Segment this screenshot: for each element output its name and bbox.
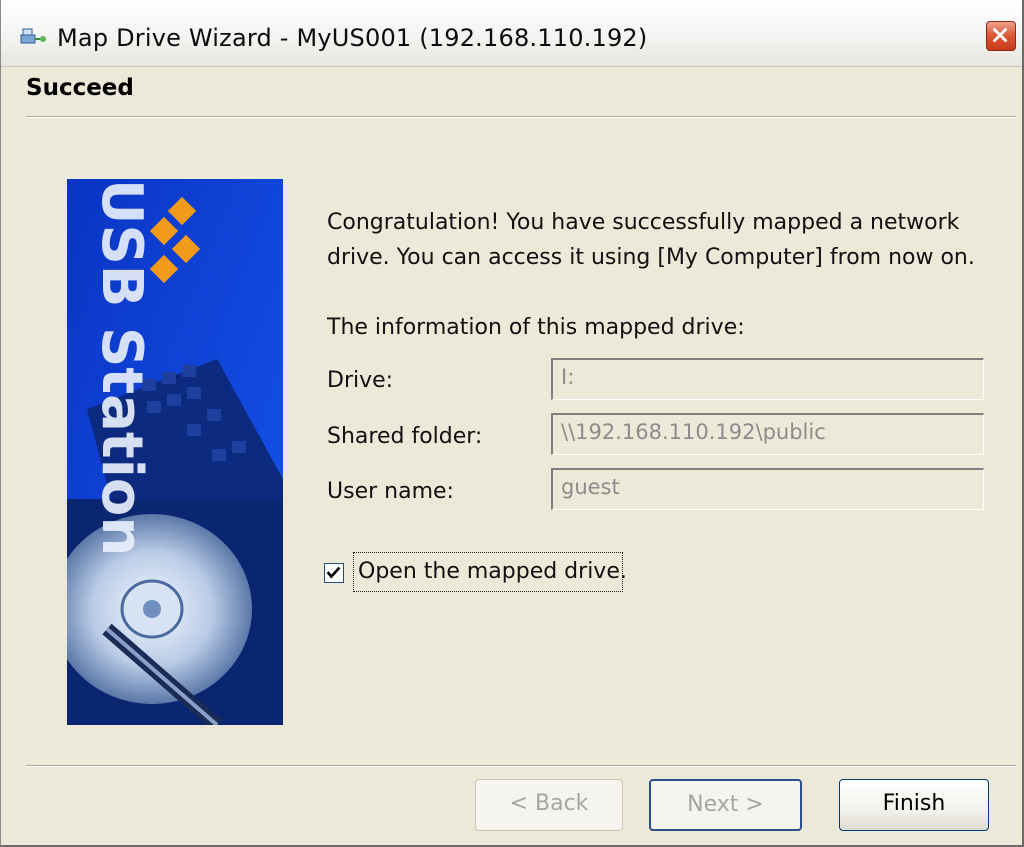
drive-field: I: <box>551 358 984 400</box>
close-button[interactable] <box>986 21 1016 51</box>
finish-button[interactable]: Finish <box>839 779 989 831</box>
usb-station-logo-text: USB Station <box>89 179 154 556</box>
banner-graphic: USB Station <box>67 179 283 725</box>
next-button[interactable]: Next > <box>649 779 802 831</box>
open-drive-label[interactable]: Open the mapped drive. <box>353 552 627 592</box>
shared-folder-label: Shared folder: <box>327 424 483 449</box>
network-drive-icon <box>20 28 46 44</box>
title-bar[interactable]: Map Drive Wizard - MyUS001 (192.168.110.… <box>1 0 1022 67</box>
header-divider <box>26 116 1016 118</box>
shared-folder-field: \\192.168.110.192\public <box>551 413 984 455</box>
open-drive-checkbox[interactable] <box>324 563 344 583</box>
user-name-label: User name: <box>327 479 454 504</box>
page-title: Succeed <box>26 75 134 101</box>
wizard-header: Succeed <box>1 67 1022 116</box>
window-title: Map Drive Wizard - MyUS001 (192.168.110.… <box>57 24 648 52</box>
map-drive-wizard-window: Map Drive Wizard - MyUS001 (192.168.110.… <box>0 0 1024 847</box>
usb-station-banner: USB Station <box>67 179 283 725</box>
checkmark-icon <box>326 566 341 579</box>
footer-divider <box>26 765 1016 767</box>
close-icon <box>993 28 1008 43</box>
drive-label: Drive: <box>327 368 394 393</box>
user-name-field: guest <box>551 468 984 510</box>
back-button[interactable]: < Back <box>475 779 623 831</box>
mapped-drive-info-label: The information of this mapped drive: <box>327 315 745 340</box>
success-message: Congratulation! You have successfully ma… <box>327 210 975 270</box>
